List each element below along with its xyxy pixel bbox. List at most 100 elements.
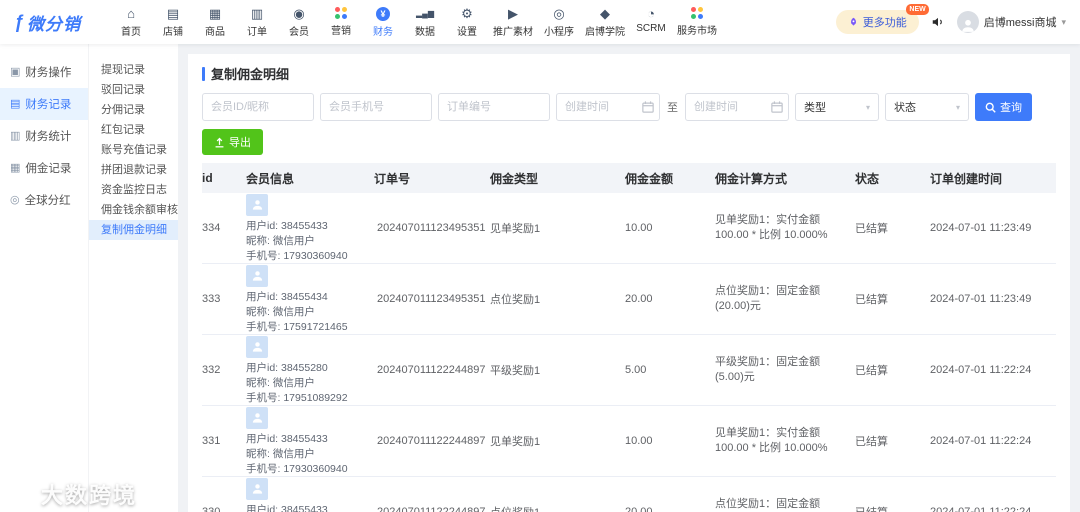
data-icon: ▂▄▆ (416, 8, 434, 18)
finance-ops-icon: ▣ (10, 65, 21, 78)
more-features-button[interactable]: 更多功能 NEW (835, 4, 929, 34)
column-header-7: 订单创建时间 (930, 171, 1003, 186)
submenu-item-3[interactable]: 红包记录 (89, 120, 178, 140)
table-row: 331 用户id: 38455433 昵称: 微信用户 手机号: 1793036… (202, 406, 1056, 477)
submenu-item-7[interactable]: 佣金钱余额审核 (89, 200, 178, 220)
member-id-input[interactable] (202, 93, 314, 121)
promo-material-icon: ▶ (508, 5, 518, 21)
cell-created-time: 2024-07-01 11:22:24 (930, 435, 1032, 447)
order-no-text: 202407011122244897 (377, 435, 486, 447)
nav-item-orders[interactable]: ▥ 订单 (236, 4, 278, 41)
member-phone-input[interactable] (320, 93, 432, 121)
member-avatar-icon (246, 264, 268, 287)
sidebar-item-finance-ops[interactable]: ▣ 财务操作 (0, 56, 88, 88)
column-header-1: 会员信息 (246, 171, 295, 186)
member-user-id: 用户id: 38455433 (246, 219, 328, 232)
cell-id: 332 (202, 364, 221, 376)
toolbar-row: 导出 (202, 129, 1056, 155)
sidebar-item-commission-records[interactable]: ▦ 佣金记录 (0, 152, 88, 184)
logo-icon: ƒ (14, 12, 25, 32)
order-no-input[interactable] (438, 93, 550, 121)
global-dividend-icon: ◎ (10, 193, 20, 206)
finance-icon: ¥ (376, 6, 390, 21)
status-select[interactable]: 状态 ▾ (885, 93, 969, 121)
nav-item-home[interactable]: ⌂ 首页 (110, 4, 152, 41)
nav-item-settings[interactable]: ⚙ 设置 (446, 4, 488, 41)
end-date-input[interactable] (685, 93, 789, 121)
cell-calc-method: 平级奖励1：固定金额(5.00)元 (715, 356, 821, 383)
nav-item-service-market[interactable]: 服务市场 (672, 4, 722, 40)
sound-icon[interactable] (931, 15, 945, 29)
submenu-item-5[interactable]: 拼团退款记录 (89, 160, 178, 180)
submenu-item-4[interactable]: 账号充值记录 (89, 140, 178, 160)
cell-calc-method: 见单奖励1：实付金额 100.00 * 比例 10.000% (715, 214, 828, 241)
service-market-icon (690, 6, 704, 20)
nav-item-label: 设置 (457, 26, 477, 38)
sidebar-item-finance-records[interactable]: ▤ 财务记录 (0, 88, 88, 120)
submenu-item-0[interactable]: 提现记录 (89, 60, 178, 80)
nav-item-members[interactable]: ◉ 会员 (278, 4, 320, 41)
nav-item-data[interactable]: ▂▄▆ 数据 (404, 4, 446, 41)
nav-item-shop[interactable]: ▤ 店铺 (152, 4, 194, 41)
cell-id: 334 (202, 222, 221, 234)
nav-item-academy[interactable]: ◆ 启博学院 (580, 4, 630, 41)
search-button[interactable]: 查询 (975, 93, 1032, 121)
cell-id: 331 (202, 435, 221, 447)
top-navigation: ⌂ 首页 ▤ 店铺 ▦ 商品 ▥ 订单 ◉ 会员 营销 ¥ 财务 ▂▄▆ 数据 ⚙ 设置 ▶ 推广素材 ◎ 小程序 ◆ 启博… (110, 4, 722, 41)
username-label: 启博messi商城 (983, 17, 1057, 29)
page-layout: ▣ 财务操作 ▤ 财务记录 ▥ 财务统计 ▦ 佣金记录 ◎ 全球分红 提现记录 驳回记录 分佣记录 红包… (0, 44, 1080, 512)
nav-item-label: 会员 (289, 26, 309, 38)
start-date-field (556, 93, 660, 121)
nav-item-label: 订单 (247, 26, 267, 38)
commission-records-icon: ▦ (10, 161, 21, 174)
nav-item-label: 营销 (331, 25, 351, 37)
nav-item-label: 推广素材 (493, 26, 533, 38)
member-nickname: 昵称: 微信用户 (246, 447, 315, 460)
nav-item-goods[interactable]: ▦ 商品 (194, 4, 236, 41)
cell-id: 330 (202, 506, 221, 512)
nav-item-label: 财务 (373, 26, 393, 38)
sidebar-item-label: 财务统计 (25, 131, 72, 143)
export-button-label: 导出 (229, 137, 251, 149)
order-no-text: 202407011123495351 (377, 293, 486, 305)
cell-calc-method: 点位奖励1：固定金额(20.00)元 (715, 498, 821, 510)
cell-commission-type: 平级奖励1 (490, 365, 541, 377)
cell-created-time: 2024-07-01 11:22:24 (930, 506, 1032, 512)
submenu-item-1[interactable]: 驳回记录 (89, 80, 178, 100)
member-nickname: 昵称: 微信用户 (246, 376, 315, 389)
orders-icon: ▥ (250, 5, 264, 21)
submenu-item-8[interactable]: 复制佣金明细 (89, 220, 178, 240)
content-panel: 复制佣金明细 至 类型 ▾ (188, 54, 1070, 512)
column-header-3: 佣金类型 (490, 171, 539, 186)
submenu-item-2[interactable]: 分佣记录 (89, 100, 178, 120)
nav-item-label: 启博学院 (585, 26, 625, 38)
end-date-field (685, 93, 789, 121)
nav-item-miniprogram[interactable]: ◎ 小程序 (538, 4, 580, 41)
cell-commission-type: 见单奖励1 (490, 223, 541, 235)
nav-item-scrm[interactable]: ◔ SCRM (630, 4, 672, 37)
chevron-down-icon: ▾ (865, 102, 870, 112)
cell-status: 已结算 (855, 436, 888, 448)
export-button[interactable]: 导出 (202, 129, 263, 155)
cell-order-no: 202407011123495351 (374, 222, 490, 234)
member-phone: 手机号: 17591721465 (246, 320, 348, 333)
nav-item-promo-material[interactable]: ▶ 推广素材 (488, 4, 538, 41)
member-user-id: 用户id: 38455280 (246, 361, 328, 374)
finance-stats-icon: ▥ (10, 129, 21, 142)
cell-order-no: 202407011122244897 (374, 435, 490, 447)
type-select[interactable]: 类型 ▾ (795, 93, 879, 121)
cell-member-info: 用户id: 38455433 昵称: 微信用户 手机号: 17930360940 (246, 477, 374, 512)
nav-item-finance[interactable]: ¥ 财务 (362, 4, 404, 41)
start-date-input[interactable] (556, 93, 660, 121)
sidebar-item-global-dividend[interactable]: ◎ 全球分红 (0, 184, 88, 216)
nav-item-marketing[interactable]: 营销 (320, 4, 362, 40)
column-header-5: 佣金计算方式 (715, 171, 788, 186)
sidebar-item-finance-stats[interactable]: ▥ 财务统计 (0, 120, 88, 152)
cell-calc-method: 点位奖励1：固定金额(20.00)元 (715, 285, 821, 312)
cell-commission-amount: 20.00 (625, 506, 653, 512)
topbar-right: 更多功能 NEW 启博messi商城 ▾ (835, 4, 1066, 34)
rocket-icon (850, 17, 856, 26)
submenu-item-6[interactable]: 资金监控日志 (89, 180, 178, 200)
top-bar: ƒ 微分销 ⌂ 首页 ▤ 店铺 ▦ 商品 ▥ 订单 ◉ 会员 营销 ¥ 财务 ▂▄▆ 数据 ⚙ 设置 ▶ 推广素材 ◎… (0, 0, 1080, 44)
user-menu[interactable]: 启博messi商城 ▾ (956, 11, 1066, 33)
